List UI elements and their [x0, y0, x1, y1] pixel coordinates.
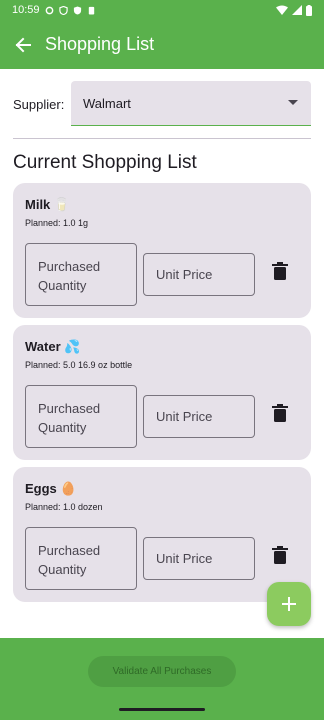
status-right: [276, 4, 312, 16]
item-planned: Planned: 1.0 dozen: [25, 502, 103, 512]
home-indicator[interactable]: [119, 708, 205, 711]
arrow-left-icon: [15, 37, 31, 52]
item-name: Water 💦: [25, 339, 81, 354]
supplier-row: Supplier: Walmart: [13, 81, 311, 127]
delete-icon[interactable]: [272, 404, 288, 422]
signal-icon: [292, 5, 302, 15]
status-time: 10:59: [12, 4, 40, 16]
supplier-dropdown[interactable]: Walmart: [71, 81, 311, 126]
item-name: Milk 🥛: [25, 197, 71, 212]
wifi-icon: [276, 5, 288, 15]
section-title: Current Shopping List: [13, 152, 197, 173]
purchased-quantity-input[interactable]: Purchased Quantity: [25, 243, 137, 306]
purchased-quantity-input[interactable]: Purchased Quantity: [25, 527, 137, 590]
status-left: 10:59: [12, 4, 96, 16]
item-name: Eggs 🥚: [25, 481, 77, 496]
item-planned: Planned: 5.0 16.9 oz bottle: [25, 360, 133, 370]
unit-price-input[interactable]: Unit Price: [143, 537, 255, 580]
delete-icon[interactable]: [272, 546, 288, 564]
purchased-quantity-input[interactable]: Purchased Quantity: [25, 385, 137, 448]
delete-icon[interactable]: [272, 262, 288, 280]
gear-icon: [45, 6, 53, 14]
battery-saver-icon: [88, 6, 94, 15]
add-item-button[interactable]: [267, 582, 311, 626]
page-title: Shopping List: [45, 34, 155, 54]
unit-price-input[interactable]: Unit Price: [143, 253, 255, 296]
shield-alt-icon: [73, 5, 81, 15]
validate-all-button[interactable]: Validate All Purchases: [88, 656, 236, 687]
plus-icon: [282, 597, 296, 611]
battery-icon: [306, 4, 312, 16]
back-button[interactable]: [12, 34, 34, 56]
bottom-bar: Validate All Purchases: [0, 638, 324, 720]
supplier-label: Supplier:: [13, 96, 65, 112]
item-card: Water 💦 Planned: 5.0 16.9 oz bottle Purc…: [13, 325, 311, 460]
item-planned: Planned: 1.0 1g: [25, 218, 89, 228]
item-card: Eggs 🥚 Planned: 1.0 dozen Purchased Quan…: [13, 467, 311, 602]
unit-price-input[interactable]: Unit Price: [143, 395, 255, 438]
supplier-value: Walmart: [83, 95, 131, 111]
item-card: Milk 🥛 Planned: 1.0 1g Purchased Quantit…: [13, 183, 311, 318]
status-bar: 10:59: [0, 0, 324, 20]
divider: [13, 138, 311, 139]
app-bar: Shopping List: [0, 20, 324, 69]
shield-icon: [58, 5, 68, 15]
dropdown-arrow-icon: [288, 100, 298, 105]
